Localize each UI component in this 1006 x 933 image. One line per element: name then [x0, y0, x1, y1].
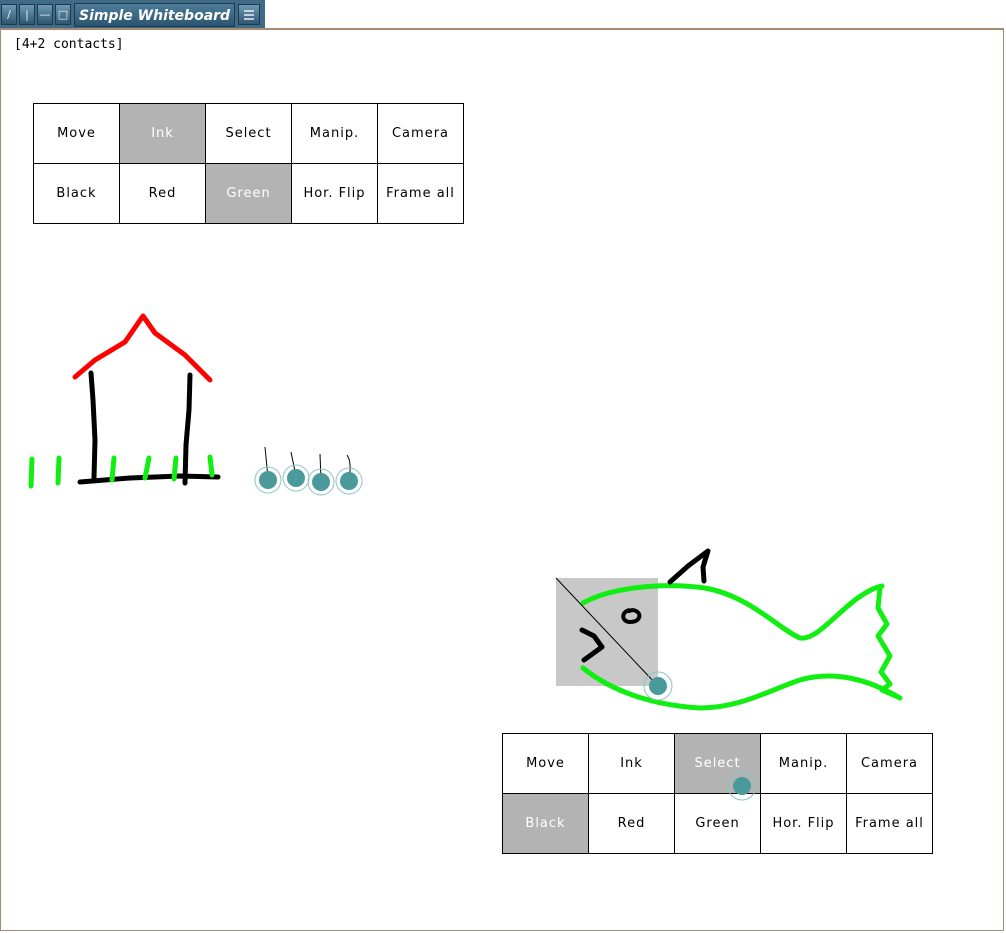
menu2-select-button[interactable]: Select [674, 733, 761, 794]
ground-stroke [77, 473, 221, 485]
contact-point [254, 446, 282, 494]
house-roof-stroke [72, 313, 213, 383]
fish-tail-stroke [875, 585, 901, 700]
menu2-green-button[interactable]: Green [674, 793, 761, 854]
house-right-wall-stroke [182, 372, 193, 486]
menu2-hor-flip-button[interactable]: Hor. Flip [760, 793, 847, 854]
contact-point [307, 453, 335, 496]
menu2-frame-all-button[interactable]: Frame all [846, 793, 933, 854]
tool-menu-2: Move Ink Select Manip. Camera Black Red … [502, 733, 933, 854]
house-left-wall-stroke [88, 370, 98, 481]
menu2-ink-button[interactable]: Ink [588, 733, 675, 794]
menu2-move-button[interactable]: Move [502, 733, 589, 794]
menu2-camera-button[interactable]: Camera [846, 733, 933, 794]
menu2-manip-button[interactable]: Manip. [760, 733, 847, 794]
menu2-black-button[interactable]: Black [502, 793, 589, 854]
contact-point [335, 454, 363, 495]
contact-point [282, 451, 310, 492]
contact-points-group [254, 446, 363, 496]
menu2-red-button[interactable]: Red [588, 793, 675, 854]
fish-fin-stroke [667, 548, 711, 585]
